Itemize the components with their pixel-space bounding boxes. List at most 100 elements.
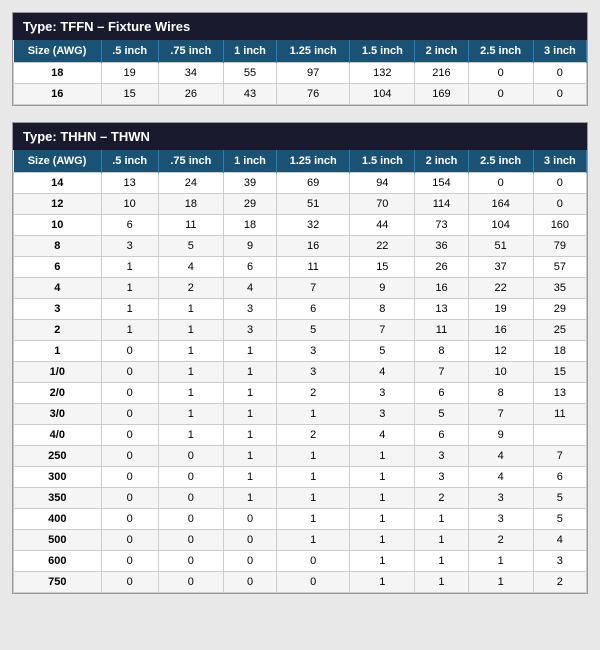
table-cell: 0 — [101, 446, 158, 467]
table-cell: 16 — [415, 278, 468, 299]
table-cell: 1 — [158, 404, 223, 425]
table-cell: 750 — [14, 572, 102, 593]
table-cell: 0 — [101, 509, 158, 530]
table-cell: 9 — [350, 278, 415, 299]
table-cell: 0 — [158, 509, 223, 530]
table-cell: 4 — [14, 278, 102, 299]
table-cell: 37 — [468, 257, 533, 278]
table-cell: 1 — [101, 278, 158, 299]
table-cell: 1 — [101, 257, 158, 278]
table-cell: 0 — [468, 84, 533, 105]
column-header: 1 inch — [223, 150, 276, 173]
table-cell: 2 — [415, 488, 468, 509]
table-cell: 13 — [533, 383, 586, 404]
table-cell: 57 — [533, 257, 586, 278]
table-cell: 500 — [14, 530, 102, 551]
table-cell: 1 — [158, 320, 223, 341]
table-cell: 11 — [158, 215, 223, 236]
table-cell: 35 — [533, 278, 586, 299]
table-cell: 3 — [223, 320, 276, 341]
table-cell: 0 — [468, 63, 533, 84]
table-cell: 32 — [277, 215, 350, 236]
table-cell: 250 — [14, 446, 102, 467]
table-cell: 44 — [350, 215, 415, 236]
table-cell: 11 — [415, 320, 468, 341]
table-cell: 0 — [533, 63, 586, 84]
table-cell: 3 — [350, 404, 415, 425]
table-cell: 11 — [277, 257, 350, 278]
table-cell: 0 — [223, 551, 276, 572]
table-cell: 70 — [350, 194, 415, 215]
table-row: 83591622365179 — [14, 236, 587, 257]
table-cell: 76 — [277, 84, 350, 105]
table-cell: 26 — [158, 84, 223, 105]
table-row: 3/0011135711 — [14, 404, 587, 425]
table-cell: 0 — [101, 467, 158, 488]
table-cell: 1 — [350, 572, 415, 593]
table-row: 35000111235 — [14, 488, 587, 509]
table-row: 161526437610416900 — [14, 84, 587, 105]
table-cell: 14 — [14, 173, 102, 194]
table-row: 50000011124 — [14, 530, 587, 551]
table-cell: 114 — [415, 194, 468, 215]
table-cell: 0 — [101, 362, 158, 383]
table-cell: 5 — [415, 404, 468, 425]
table-cell: 0 — [101, 530, 158, 551]
column-header: 1.25 inch — [277, 40, 350, 63]
table-cell: 18 — [14, 63, 102, 84]
table-cell: 3 — [415, 467, 468, 488]
table-row: 75000001112 — [14, 572, 587, 593]
table-cell: 8 — [415, 341, 468, 362]
table-cell: 1 — [223, 425, 276, 446]
table-cell: 0 — [533, 84, 586, 105]
table-cell: 4 — [350, 425, 415, 446]
table-cell: 8 — [468, 383, 533, 404]
table-cell: 350 — [14, 488, 102, 509]
table-cell: 7 — [468, 404, 533, 425]
table-cell: 4 — [468, 446, 533, 467]
table-cell: 94 — [350, 173, 415, 194]
table-cell: 3 — [468, 488, 533, 509]
table-row: 4/00112469 — [14, 425, 587, 446]
table-cell: 6 — [14, 257, 102, 278]
column-header: 2 inch — [415, 150, 468, 173]
table-cell: 3 — [277, 341, 350, 362]
table-cell: 104 — [350, 84, 415, 105]
table-cell: 7 — [533, 446, 586, 467]
column-header: .5 inch — [101, 40, 158, 63]
table-cell: 1 — [277, 446, 350, 467]
table-cell: 300 — [14, 467, 102, 488]
table-cell: 19 — [468, 299, 533, 320]
table-row: 2/0011236813 — [14, 383, 587, 404]
thhn-header: Type: THHN – THWN — [13, 123, 587, 150]
table-row: 412479162235 — [14, 278, 587, 299]
column-header: 2 inch — [415, 40, 468, 63]
table-cell: 0 — [101, 572, 158, 593]
table-cell: 3 — [415, 446, 468, 467]
table-cell: 8 — [14, 236, 102, 257]
column-header: 2.5 inch — [468, 40, 533, 63]
column-header: 1 inch — [223, 40, 276, 63]
table-cell: 1 — [468, 551, 533, 572]
table-cell: 0 — [158, 572, 223, 593]
table-cell: 1 — [350, 446, 415, 467]
table-cell: 3 — [350, 383, 415, 404]
table-cell: 169 — [415, 84, 468, 105]
table-cell: 1 — [350, 488, 415, 509]
table-cell: 6 — [415, 425, 468, 446]
table-cell: 164 — [468, 194, 533, 215]
table-cell: 36 — [415, 236, 468, 257]
table-row: 61461115263757 — [14, 257, 587, 278]
column-header: 1.5 inch — [350, 150, 415, 173]
table-cell: 79 — [533, 236, 586, 257]
column-header: 1.25 inch — [277, 150, 350, 173]
table-cell: 39 — [223, 173, 276, 194]
table-cell: 1 — [277, 488, 350, 509]
table-cell: 1 — [277, 404, 350, 425]
table-cell: 6 — [101, 215, 158, 236]
table-cell: 3 — [468, 509, 533, 530]
table-cell: 2 — [277, 383, 350, 404]
tffn-table: Size (AWG).5 inch.75 inch1 inch1.25 inch… — [13, 40, 587, 105]
table-cell: 0 — [223, 530, 276, 551]
table-cell: 1 — [158, 341, 223, 362]
